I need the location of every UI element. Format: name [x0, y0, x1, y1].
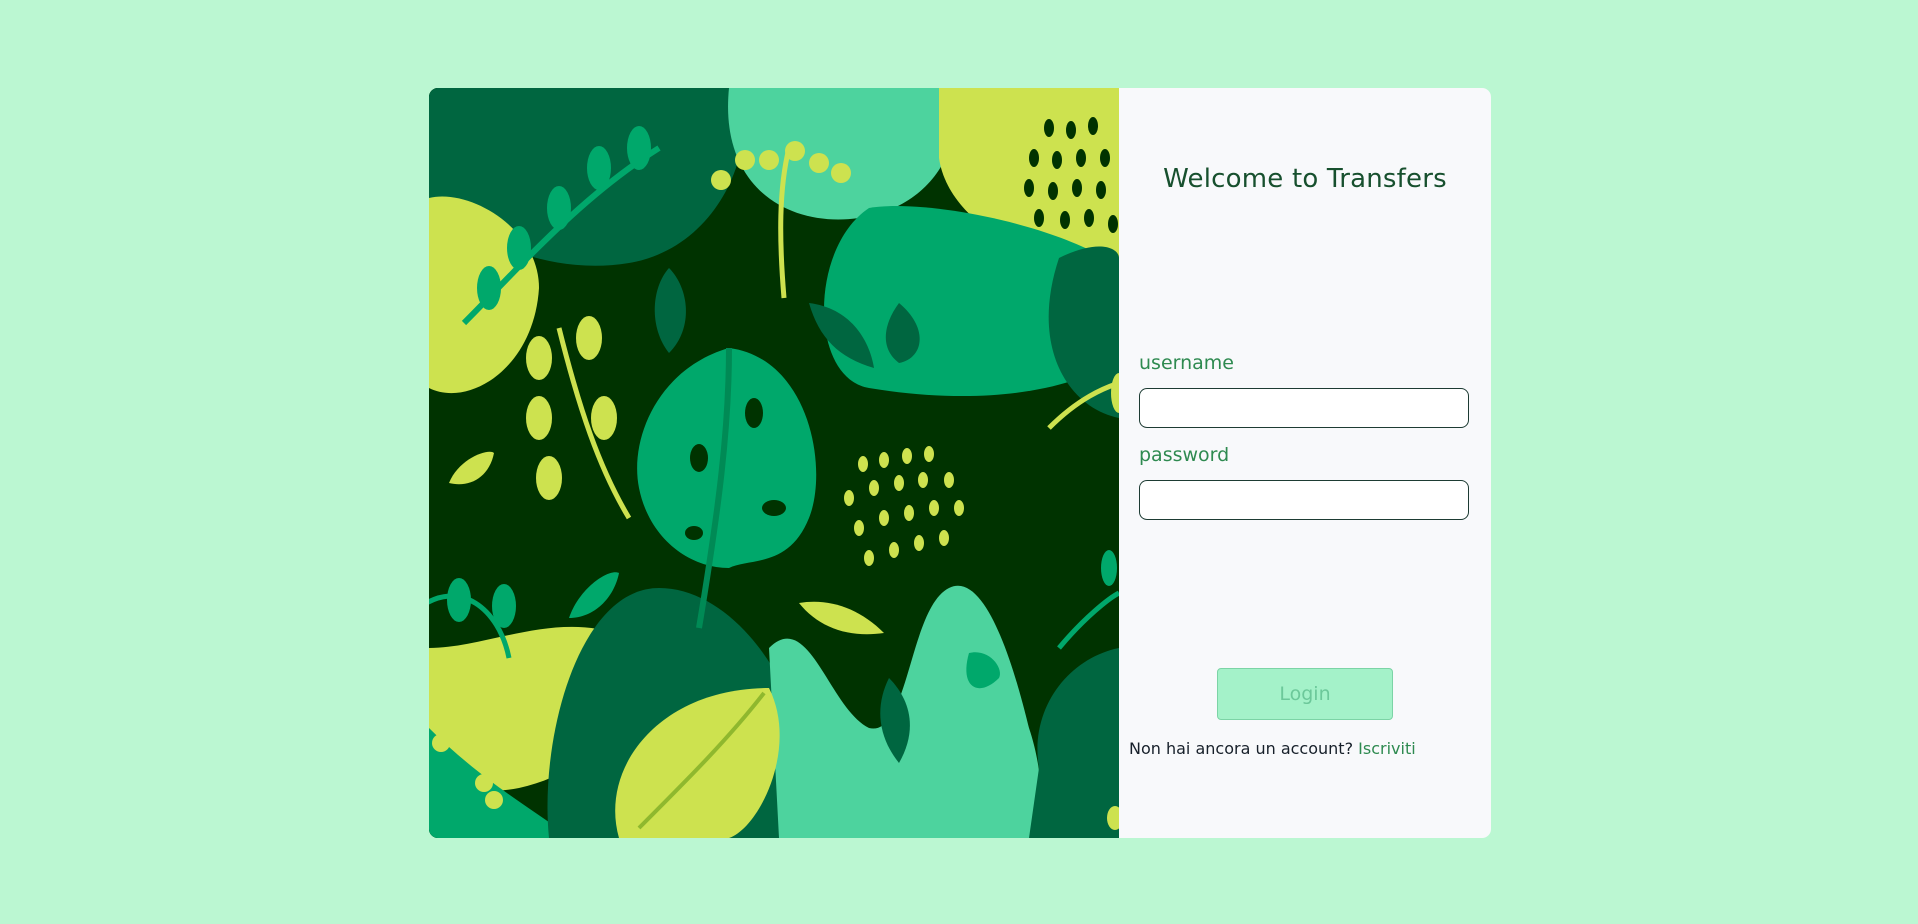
- username-label: username: [1139, 352, 1234, 374]
- tropical-leaves-illustration: [429, 88, 1119, 838]
- login-card: Welcome to Transfers username password L…: [429, 88, 1491, 838]
- username-field[interactable]: [1139, 388, 1469, 428]
- signup-prompt: Non hai ancora un account? Iscriviti: [1129, 739, 1416, 758]
- page-title: Welcome to Transfers: [1163, 164, 1447, 194]
- signup-link[interactable]: Iscriviti: [1358, 739, 1416, 758]
- login-button[interactable]: Login: [1217, 668, 1393, 720]
- password-label: password: [1139, 444, 1230, 466]
- password-field[interactable]: [1139, 480, 1469, 520]
- login-panel: Welcome to Transfers username password L…: [1119, 88, 1491, 838]
- signup-prompt-text: Non hai ancora un account?: [1129, 739, 1354, 758]
